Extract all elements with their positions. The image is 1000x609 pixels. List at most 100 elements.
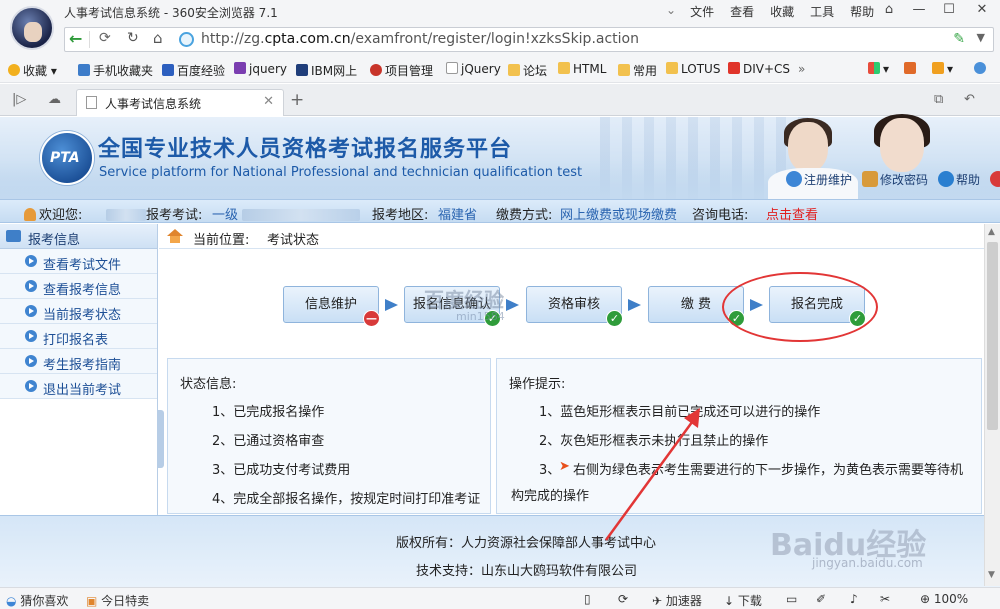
forward-icon[interactable]: ⟳ [99,30,111,46]
reload-icon[interactable]: ↻ [127,30,139,46]
bookmarks-bar: 收藏 ▾ 手机收藏夹 百度经验 jquery IBM网上 项目管理 jQuery… [0,56,1000,83]
tip-item-prefix: 3、 [539,463,561,478]
bookmark-project[interactable]: 项目管理 [370,62,433,79]
cloud-icon[interactable]: ☁ [48,92,61,107]
bookmark-div-css[interactable]: DIV+CS [728,62,790,76]
project-icon [370,64,382,76]
close-tab-icon[interactable]: ✕ [263,94,274,109]
status-item: 1、已完成报名操作 [212,405,325,420]
daily-deals[interactable]: ▣ 今日特卖 [86,592,149,609]
bookmark-lotus[interactable]: LOTUS [666,62,720,76]
pen-icon[interactable]: ✐ [816,592,826,606]
sidebar-item-view-registration-info[interactable]: 查看报考信息 [0,274,157,299]
ibm-icon [296,64,308,76]
sidebar-collapse-handle[interactable] [157,410,164,468]
contact-link[interactable]: 点击查看 [766,204,818,223]
skin-icon[interactable]: ▾ [932,62,953,76]
tab-active[interactable]: 人事考试信息系统 ✕ [76,89,284,116]
bookmark-jquery[interactable]: jquery [234,62,287,76]
scroll-thumb[interactable] [987,242,998,430]
user-avatar[interactable] [10,6,54,50]
star-icon [8,64,20,76]
url-text[interactable]: http://zg.cpta.com.cn/examfront/register… [201,31,639,47]
more-bookmarks-icon[interactable]: » [798,62,805,76]
pointer-arrow-icon: ➤ [559,459,570,474]
new-tab-button[interactable]: + [290,90,304,110]
region-value: 福建省 [438,208,478,223]
bookmark-html[interactable]: HTML [558,62,606,76]
extension-icon[interactable] [904,62,919,76]
back-arrow-icon[interactable]: ← [69,29,82,48]
menu-view[interactable]: 查看 [730,3,754,20]
arrow-circle-icon [25,355,37,367]
jquery-icon [234,62,246,74]
address-dropdown-icon[interactable]: ▼ [977,31,985,44]
step-info-maintenance[interactable]: 信息维护 — [283,286,380,327]
accelerator[interactable]: ✈ 加速器 [652,592,702,609]
check-badge-icon: ✓ [606,310,623,327]
menu-file[interactable]: 文件 [690,3,714,20]
register-maintenance-link[interactable]: 注册维护 [786,171,852,188]
bookmark-ibm[interactable]: IBM网上 [296,62,357,79]
undo-close-icon[interactable]: ↶ [964,92,975,107]
step-arrow-icon [628,299,641,311]
close-window-button[interactable]: ✕ [964,0,1000,20]
sidebar-item-exit-exam[interactable]: 退出当前考试 [0,374,157,399]
maximize-button[interactable]: ☐ [934,0,964,20]
logout-icon[interactable] [990,171,1000,188]
help-link[interactable]: 帮助 [938,171,980,188]
page-icon[interactable]: ▭ [786,592,797,606]
footer-copyright: 版权所有：人力资源社会保障部人事考试中心 [396,536,657,551]
breadcrumb-label: 当前位置: [193,233,250,248]
user-icon [24,208,36,221]
guess-you-like[interactable]: ◒ 猜你喜欢 [6,592,68,609]
footer-tech-support: 技术支持：山东山大鸥玛软件有限公司 [416,564,638,579]
bookmark-mobile[interactable]: 手机收藏夹 [78,62,153,79]
step-arrow-icon [506,299,519,311]
bookmark-favorites[interactable]: 收藏 ▾ [8,62,57,79]
secure-leaf-icon[interactable]: ✎ [953,31,965,47]
bookmark-jquery2[interactable]: jQuery [446,62,501,76]
pin-icon[interactable]: ⌂ [874,0,904,20]
vertical-scrollbar[interactable]: ▲ ▼ [984,224,1000,586]
sidebar-toggle-icon[interactable]: |▷ [12,92,26,107]
tab-list-icon[interactable]: ⧉ [934,92,943,107]
menu-favorites[interactable]: 收藏 [770,3,794,20]
folder-icon [508,64,520,76]
sidebar-header-icon [6,230,21,242]
home-icon[interactable]: ⌂ [153,29,163,47]
bookmark-common[interactable]: 常用 [618,62,657,79]
bookmark-forum[interactable]: 论坛 [508,62,547,79]
menu-tools[interactable]: 工具 [810,3,834,20]
screenshot-icon[interactable]: ✂ [880,592,890,606]
arrow-circle-icon [25,380,37,392]
sidebar-item-print-form[interactable]: 打印报名表 [0,324,157,349]
breadcrumb: 当前位置: 考试状态 [159,224,984,249]
sidebar-item-current-status[interactable]: 当前报考状态 [0,299,157,324]
exam-value: 一级 [212,204,361,223]
menu-help[interactable]: 帮助 [850,3,874,20]
site-logo: PTA [40,131,94,185]
minimize-button[interactable]: — [904,0,934,20]
bookmark-baidu-jingyan[interactable]: 百度经验 [162,62,225,79]
menu-chevron-icon[interactable]: ⌄ [666,3,676,20]
page-icon [446,62,458,74]
sidebar-item-guide[interactable]: 考生报考指南 [0,349,157,374]
site-globe-icon [179,32,194,47]
zoom-level[interactable]: ⊕ 100% [920,592,968,606]
speaker-icon[interactable]: ♪ [850,592,858,606]
scroll-down-icon[interactable]: ▼ [988,570,995,580]
downloads[interactable]: ↓ 下载 [724,592,762,609]
step-qualification-review[interactable]: 资格审核 ✓ [526,286,623,327]
scroll-up-icon[interactable]: ▲ [988,227,995,237]
refresh-icon[interactable]: ⟳ [618,592,628,606]
change-password-link[interactable]: 修改密码 [862,171,928,188]
lock-icon [862,171,879,187]
sidebar-item-view-exam-files[interactable]: 查看考试文件 [0,249,157,274]
apps-icon[interactable]: ▾ [868,62,889,76]
address-bar[interactable]: ← ⟳ ↻ ⌂ http://zg.cpta.com.cn/examfront/… [64,27,994,52]
separator [89,31,90,48]
search-icon[interactable] [974,62,989,76]
phone-icon[interactable]: ▯ [584,592,591,606]
sidebar-title: 报考信息 [28,233,81,248]
